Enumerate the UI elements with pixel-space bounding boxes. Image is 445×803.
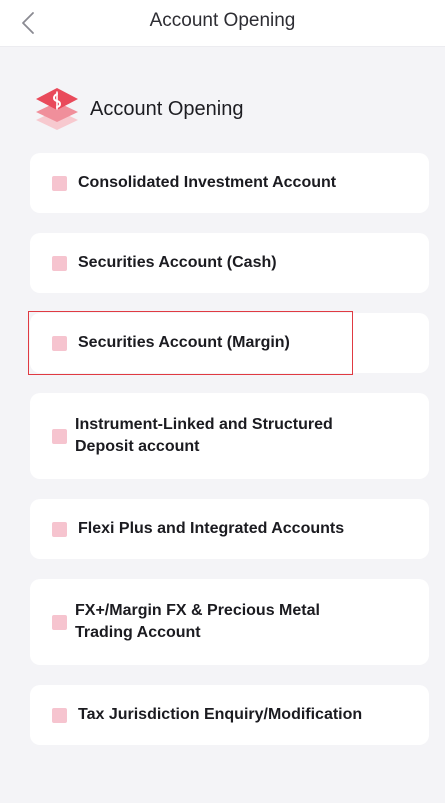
item-marker <box>52 428 67 444</box>
item-marker <box>52 175 67 191</box>
top-navigation-bar: Account Opening <box>0 0 445 47</box>
item-instrument-linked-structured-deposit[interactable]: Instrument-Linked and Structured Deposit… <box>30 393 429 479</box>
section-header: Account Opening <box>34 84 243 134</box>
stacked-layers-logo-icon <box>34 84 80 134</box>
section-title: Account Opening <box>90 97 244 120</box>
app-screen: Account Opening Account Opening Consolid… <box>0 0 445 803</box>
item-fx-margin-fx-precious-metal[interactable]: FX+/Margin FX & Precious Metal Trading A… <box>30 579 429 665</box>
item-marker <box>52 255 67 271</box>
main-content: Account Opening Consolidated Investment … <box>0 47 445 803</box>
item-marker <box>52 335 67 351</box>
back-button[interactable] <box>14 8 42 38</box>
item-label: Instrument-Linked and Structured Deposit… <box>75 416 333 455</box>
item-label: Securities Account (Margin) <box>78 334 290 351</box>
item-tax-jurisdiction-enquiry[interactable]: Tax Jurisdiction Enquiry/Modification <box>30 685 429 745</box>
item-flexi-plus-integrated-accounts[interactable]: Flexi Plus and Integrated Accounts <box>30 499 429 559</box>
item-label: Tax Jurisdiction Enquiry/Modification <box>78 706 363 723</box>
item-securities-account-margin[interactable]: Securities Account (Margin) <box>30 313 429 373</box>
item-label: FX+/Margin FX & Precious Metal Trading A… <box>75 602 320 641</box>
item-consolidated-investment-account[interactable]: Consolidated Investment Account <box>30 153 429 213</box>
item-label: Flexi Plus and Integrated Accounts <box>78 520 345 537</box>
item-securities-account-cash[interactable]: Securities Account (Cash) <box>30 233 429 293</box>
item-marker <box>52 707 67 723</box>
chevron-left-icon <box>22 12 34 34</box>
item-label: Consolidated Investment Account <box>78 174 337 191</box>
item-label: Securities Account (Cash) <box>78 254 277 271</box>
item-marker <box>52 521 67 537</box>
page-title: Account Opening <box>149 10 296 31</box>
item-marker <box>52 614 67 630</box>
